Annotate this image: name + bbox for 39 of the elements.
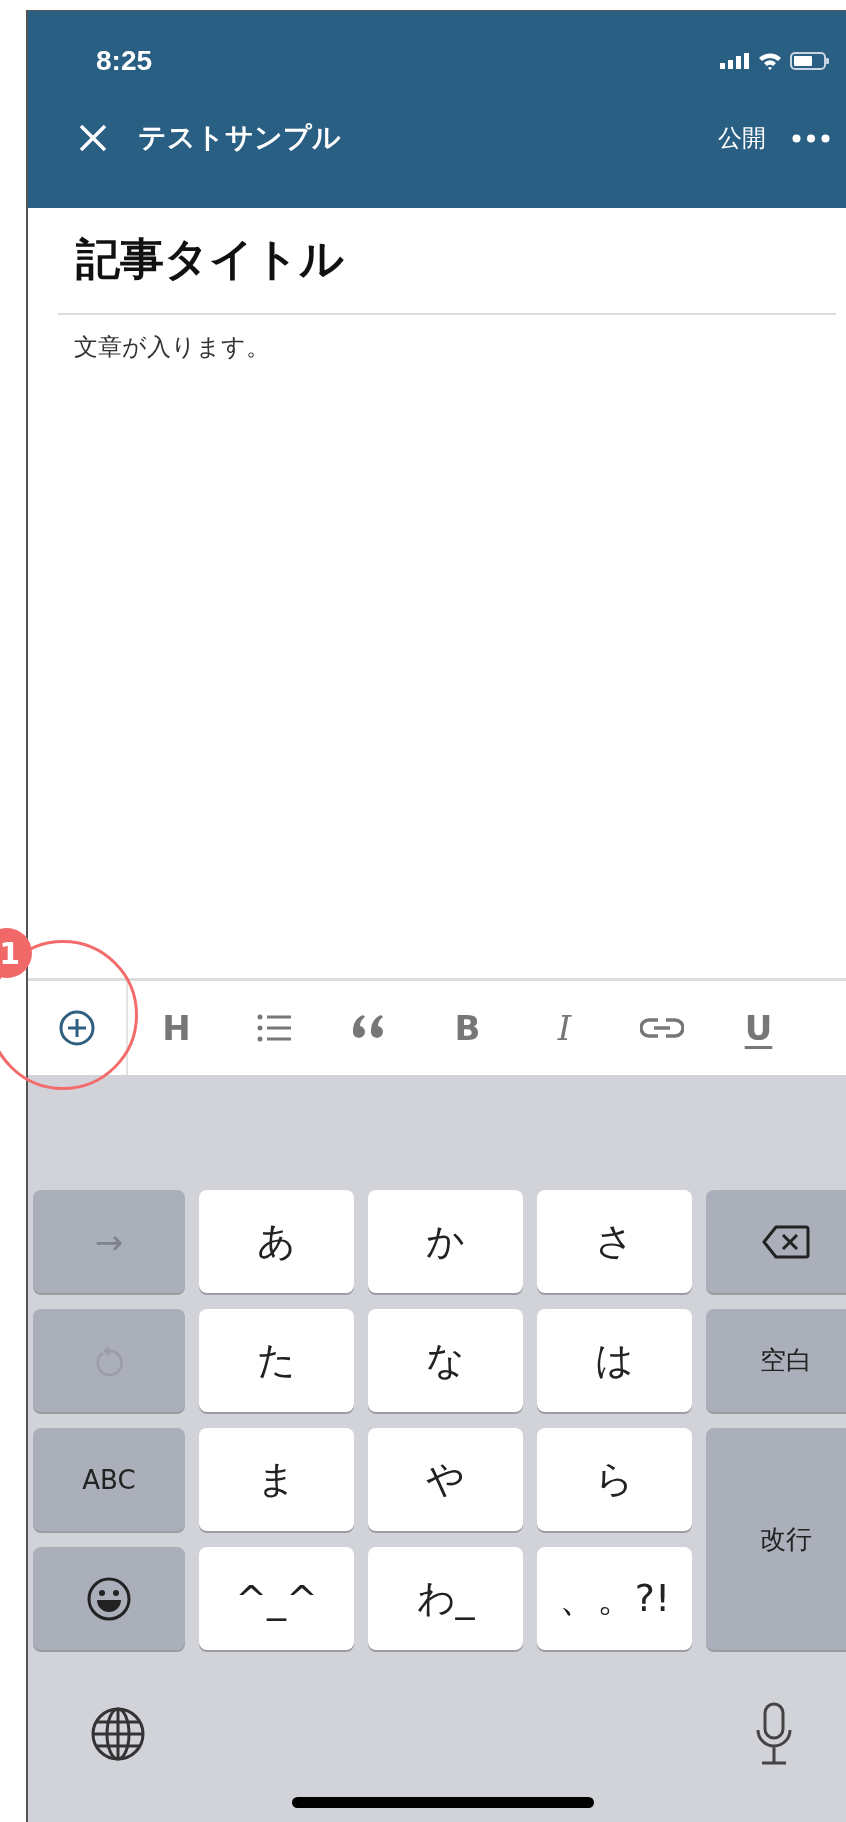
link-icon[interactable] [639,1017,684,1039]
wifi-icon [758,52,782,70]
close-icon[interactable] [78,123,108,153]
step-badge: 1 [0,928,32,978]
microphone-icon[interactable] [754,1702,794,1766]
keyboard-key[interactable]: 空白 [706,1309,846,1412]
keyboard-key[interactable]: は [537,1309,692,1412]
more-icon[interactable] [792,133,830,143]
backspace-key[interactable] [706,1190,846,1293]
format-button[interactable]: H [128,1008,225,1048]
keyboard-key[interactable]: や [368,1428,523,1531]
keyboard-key[interactable]: ら [537,1428,692,1531]
status-time: 8:25 [96,45,154,77]
article-title[interactable]: 記事タイトル [28,208,846,289]
list-icon[interactable] [256,1014,291,1042]
keyboard-key[interactable]: さ [537,1190,692,1293]
keyboard-key[interactable]: 、。?! [537,1547,692,1650]
keyboard-key[interactable]: わ_ [368,1547,523,1650]
signal-icon [720,53,750,69]
globe-icon[interactable] [90,1706,146,1762]
format-button[interactable]: U [710,1008,807,1048]
keyboard-key[interactable]: た [199,1309,354,1412]
emoji-key[interactable] [33,1547,185,1650]
backspace-icon [762,1224,810,1259]
nav-title: テストサンプル [138,120,341,156]
format-button[interactable]: I [516,1008,613,1048]
keyboard-key[interactable]: ま [199,1428,354,1531]
format-button[interactable]: B [419,1008,516,1048]
battery-icon [790,52,830,70]
publish-button[interactable]: 公開 [718,122,766,154]
add-icon[interactable] [59,1010,95,1046]
keyboard-key[interactable]: ^_^ [199,1547,354,1650]
keyboard-key[interactable]: 改行 [706,1428,846,1650]
smiley-icon [86,1575,132,1622]
keyboard-key[interactable]: な [368,1309,523,1412]
keyboard-key[interactable]: あ [199,1190,354,1293]
keyboard-key[interactable]: か [368,1190,523,1293]
article-body[interactable]: 文章が入ります。 [28,315,846,363]
keyboard-key[interactable]: ABC [33,1428,185,1531]
